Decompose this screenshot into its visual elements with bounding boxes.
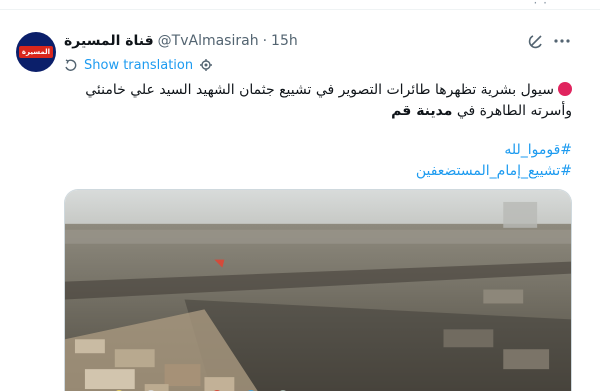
red-circle-icon bbox=[558, 82, 572, 96]
hashtags: #قوموا_لله #تشييع_إمام_المستضعفين bbox=[64, 140, 572, 182]
separator-dot: · bbox=[262, 33, 268, 49]
previous-tweet-edge: · · bbox=[0, 0, 600, 10]
more-icon[interactable] bbox=[553, 34, 571, 48]
hashtag-link[interactable]: #قوموا_لله bbox=[64, 140, 572, 161]
translate-icon bbox=[65, 59, 77, 71]
video-media[interactable] bbox=[64, 189, 572, 391]
avatar-logo: المسيرة bbox=[18, 46, 54, 58]
video-controls-peek bbox=[100, 386, 350, 391]
show-translation-link[interactable]: Show translation bbox=[84, 58, 193, 73]
tweet-text: سيول بشرية تظهرها طائرات التصوير في تشيي… bbox=[64, 80, 572, 182]
bold-location: مدينة قم bbox=[391, 103, 453, 119]
grok-icon[interactable] bbox=[527, 32, 545, 50]
translation-row: Show translation bbox=[64, 55, 213, 75]
tweet-line-1: سيول بشرية تظهرها طائرات التصوير في تشيي… bbox=[64, 80, 572, 101]
timestamp[interactable]: 15h bbox=[271, 33, 298, 49]
display-name[interactable]: قناة المسيرة bbox=[64, 33, 154, 49]
previous-action-icons: · · bbox=[533, 0, 548, 10]
tweet-header: قناة المسيرة @TvAlmasirah · 15h bbox=[64, 30, 298, 52]
tweet-line-2: وأسرته الطاهرة في مدينة قم bbox=[391, 103, 572, 119]
gear-icon[interactable] bbox=[199, 58, 213, 72]
user-handle[interactable]: @TvAlmasirah bbox=[158, 33, 259, 49]
hashtag-link[interactable]: #تشييع_إمام_المستضعفين bbox=[64, 161, 572, 182]
aerial-video-frame bbox=[65, 190, 571, 391]
avatar[interactable]: المسيرة bbox=[16, 32, 56, 72]
tweet-card[interactable]: المسيرة قناة المسيرة @TvAlmasirah · 15h … bbox=[0, 10, 600, 391]
